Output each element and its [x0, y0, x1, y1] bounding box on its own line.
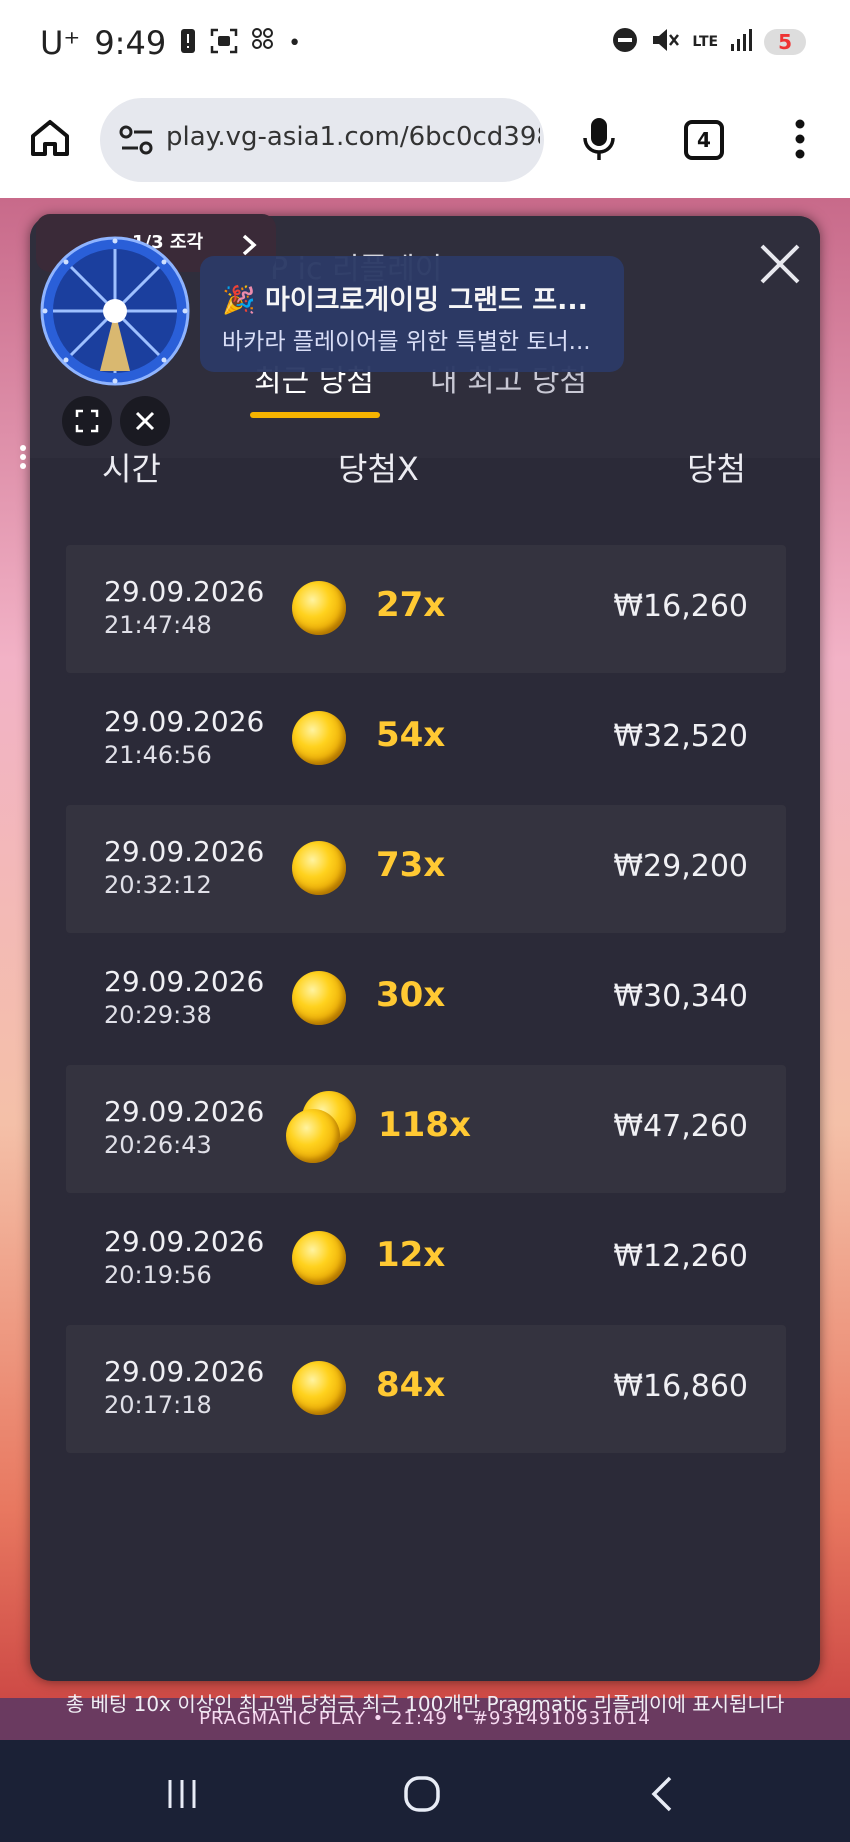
- row-win-amount: ₩16,860: [613, 1369, 748, 1404]
- row-time: 20:17:18: [104, 1391, 212, 1419]
- row-time: 20:32:12: [104, 871, 212, 899]
- row-multiplier: 30x: [376, 975, 446, 1015]
- android-nav-bar: [0, 1740, 850, 1842]
- status-bar: U⁺ 9:49 • LTE 5: [0, 0, 850, 88]
- chevron-right-icon[interactable]: [238, 234, 260, 256]
- column-header-win: 당첨: [687, 450, 746, 488]
- coin-icon: [286, 1109, 340, 1163]
- row-date: 29.09.2026: [104, 835, 265, 868]
- recent-apps-icon[interactable]: [162, 1774, 202, 1814]
- coin-icon: [292, 1231, 346, 1285]
- column-header-time: 시간: [102, 450, 161, 488]
- site-settings-icon[interactable]: [118, 122, 156, 158]
- row-time: 20:29:38: [104, 1001, 212, 1029]
- row-multiplier: 73x: [376, 845, 446, 885]
- app-grid-icon: [252, 24, 274, 62]
- dismiss-widget-icon[interactable]: [120, 396, 170, 446]
- alert-icon: [180, 24, 196, 62]
- table-row[interactable]: 29.09.2026 21:47:48 27x ₩16,260: [66, 545, 786, 673]
- table-row[interactable]: 29.09.2026 21:46:56 54x ₩32,520: [66, 675, 786, 803]
- table-row[interactable]: 29.09.2026 20:32:12 73x ₩29,200: [66, 805, 786, 933]
- row-time: 20:26:43: [104, 1131, 212, 1159]
- row-time: 21:47:48: [104, 611, 212, 639]
- carrier-label: U⁺: [40, 24, 81, 62]
- notification-title-text: 마이크로게이밍 그랜드 프...: [265, 285, 588, 316]
- notification-subtitle: 바카라 플레이어를 위한 특별한 토너...: [222, 329, 591, 355]
- row-date: 29.09.2026: [104, 575, 265, 608]
- dnd-icon: [612, 27, 638, 57]
- row-win-amount: ₩12,260: [613, 1239, 748, 1274]
- browser-toolbar: play.vg-asia1.com/6bc0cd398 4: [0, 88, 850, 194]
- mute-icon: [650, 26, 680, 58]
- game-menu-icon[interactable]: [18, 444, 28, 470]
- screenshot-icon: [210, 24, 238, 62]
- home-nav-icon[interactable]: [402, 1774, 442, 1814]
- replay-footer-note: 총 베팅 10x 이상인 최고액 당첨금 최근 100개만 Pragmatic …: [65, 1692, 785, 1716]
- table-row[interactable]: 29.09.2026 20:19:56 12x ₩12,260: [66, 1195, 786, 1323]
- row-date: 29.09.2026: [104, 1355, 265, 1388]
- tab-switcher-button[interactable]: 4: [684, 120, 724, 160]
- row-win-amount: ₩30,340: [613, 979, 748, 1014]
- row-win-amount: ₩16,260: [613, 589, 748, 624]
- coin-icon: [292, 1361, 346, 1415]
- battery-level: 5: [764, 29, 806, 55]
- signal-icon: [730, 28, 753, 56]
- row-win-amount: ₩29,200: [613, 849, 748, 884]
- table-row[interactable]: 29.09.2026 20:29:38 30x ₩30,340: [66, 935, 786, 1063]
- row-win-amount: ₩47,260: [613, 1109, 748, 1144]
- row-date: 29.09.2026: [104, 705, 265, 738]
- coin-icon: [292, 971, 346, 1025]
- row-multiplier: 118x: [378, 1105, 471, 1145]
- party-icon: 🎉: [222, 285, 256, 316]
- row-date: 29.09.2026: [104, 965, 265, 998]
- clock: 9:49: [94, 24, 167, 62]
- coin-icon: [292, 841, 346, 895]
- game-area: PRAGMATIC PLAY • 21:49 • #9314910931014 …: [0, 198, 850, 1740]
- coin-icon: [292, 711, 346, 765]
- active-tab-indicator: [250, 412, 380, 418]
- row-time: 21:46:56: [104, 741, 212, 769]
- more-menu-icon[interactable]: [790, 116, 810, 162]
- url-text: play.vg-asia1.com/6bc0cd398: [166, 122, 540, 152]
- close-icon[interactable]: [758, 242, 802, 286]
- row-multiplier: 27x: [376, 585, 446, 625]
- row-time: 20:19:56: [104, 1261, 212, 1289]
- row-multiplier: 84x: [376, 1365, 446, 1405]
- prize-wheel-icon[interactable]: [40, 236, 190, 386]
- notification-title: 🎉 마이크로게이밍 그랜드 프...: [222, 278, 588, 317]
- row-multiplier: 12x: [376, 1235, 446, 1275]
- microphone-icon[interactable]: [582, 116, 616, 162]
- address-bar[interactable]: play.vg-asia1.com/6bc0cd398: [100, 98, 544, 182]
- table-row[interactable]: 29.09.2026 20:26:43 118x ₩47,260: [66, 1065, 786, 1193]
- home-icon[interactable]: [28, 116, 72, 160]
- table-row[interactable]: 29.09.2026 20:17:18 84x ₩16,860: [66, 1325, 786, 1453]
- expand-icon[interactable]: [62, 396, 112, 446]
- tournament-notification[interactable]: 🎉 마이크로게이밍 그랜드 프... 바카라 플레이어를 위한 특별한 토너..…: [200, 256, 624, 372]
- row-date: 29.09.2026: [104, 1225, 265, 1258]
- back-icon[interactable]: [644, 1774, 684, 1814]
- lte-label: LTE: [692, 34, 719, 50]
- row-multiplier: 54x: [376, 715, 446, 755]
- row-date: 29.09.2026: [104, 1095, 265, 1128]
- row-win-amount: ₩32,520: [613, 719, 748, 754]
- coin-icon: [292, 581, 346, 635]
- dot-icon: •: [288, 30, 302, 56]
- column-header-multiplier: 당첨X: [338, 450, 419, 488]
